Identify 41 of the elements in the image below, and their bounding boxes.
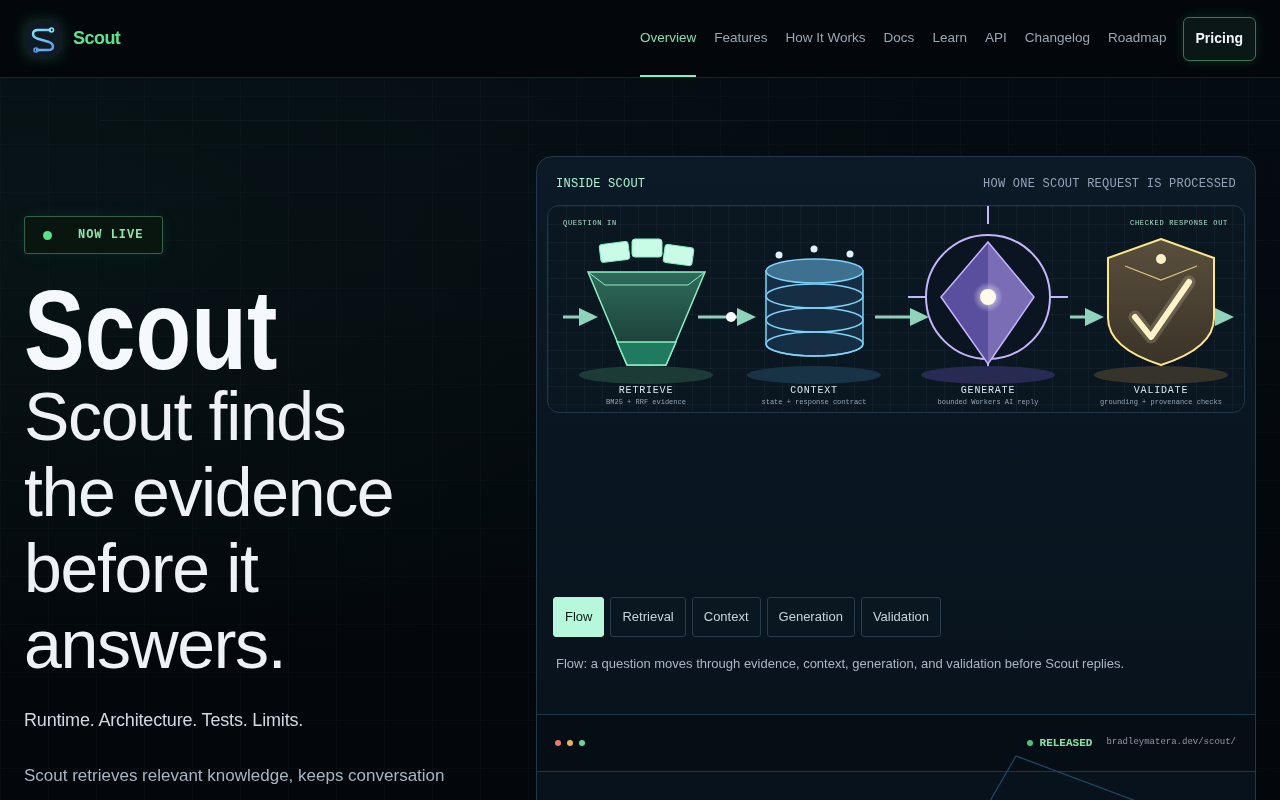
window-dot-icon	[555, 740, 561, 746]
status-dot-icon	[43, 230, 52, 240]
tab[interactable]: Generation	[766, 597, 855, 637]
site-url: bradleymatera.dev/scout/	[1106, 736, 1236, 750]
tab[interactable]: Retrieval	[610, 597, 686, 637]
stage-title: GENERATE	[960, 385, 1016, 397]
arrow-icon	[1070, 308, 1104, 326]
nav-link[interactable]: Overview	[640, 0, 697, 77]
nav-link[interactable]: Docs	[883, 0, 915, 77]
shield-check-icon	[1107, 238, 1215, 366]
panel-caption: HOW ONE SCOUT REQUEST IS PROCESSED	[983, 176, 1236, 192]
logo-icon	[25, 20, 61, 57]
stage-title: VALIDATE	[1133, 385, 1189, 397]
window-dot-icon	[579, 740, 585, 746]
pricing-button[interactable]: Pricing	[1182, 16, 1256, 61]
funnel-icon	[587, 238, 706, 366]
nav-link[interactable]: Changelog	[1024, 0, 1090, 77]
arrow-icon	[563, 308, 598, 326]
nav-link[interactable]: Features	[714, 0, 768, 77]
status-dot-icon	[1026, 740, 1033, 746]
release-status: RELEASED	[1039, 735, 1093, 751]
database-icon	[765, 245, 864, 358]
status-label: NOW LIVE	[78, 227, 144, 244]
window-dot-icon	[567, 740, 573, 746]
hero-description: Scout retrieves relevant knowledge, keeps conversation	[24, 765, 445, 787]
stage-title: RETRIEVE	[618, 385, 674, 397]
stage-title: CONTEXT	[790, 385, 838, 397]
panel-eyebrow: INSIDE SCOUT	[556, 176, 646, 192]
nav-link[interactable]: API	[984, 0, 1007, 77]
brand-link[interactable]: Scout	[73, 25, 121, 52]
tab[interactable]: Flow	[553, 597, 605, 637]
arrow-icon	[875, 308, 929, 326]
nav-link[interactable]: Roadmap	[1108, 0, 1167, 77]
tab[interactable]: Context	[691, 597, 761, 637]
arrow-icon	[698, 308, 756, 326]
tab[interactable]: Validation	[860, 597, 942, 637]
arrow-icon	[1214, 308, 1234, 326]
hero-tagline: Runtime. Architecture. Tests. Limits.	[24, 709, 304, 732]
nav-link[interactable]: Learn	[932, 0, 967, 77]
tab-description: Flow: a question moves through evidence, context, generation, and validation before Scout replies.	[556, 655, 1125, 673]
nav-link[interactable]: How It Works	[785, 0, 866, 77]
